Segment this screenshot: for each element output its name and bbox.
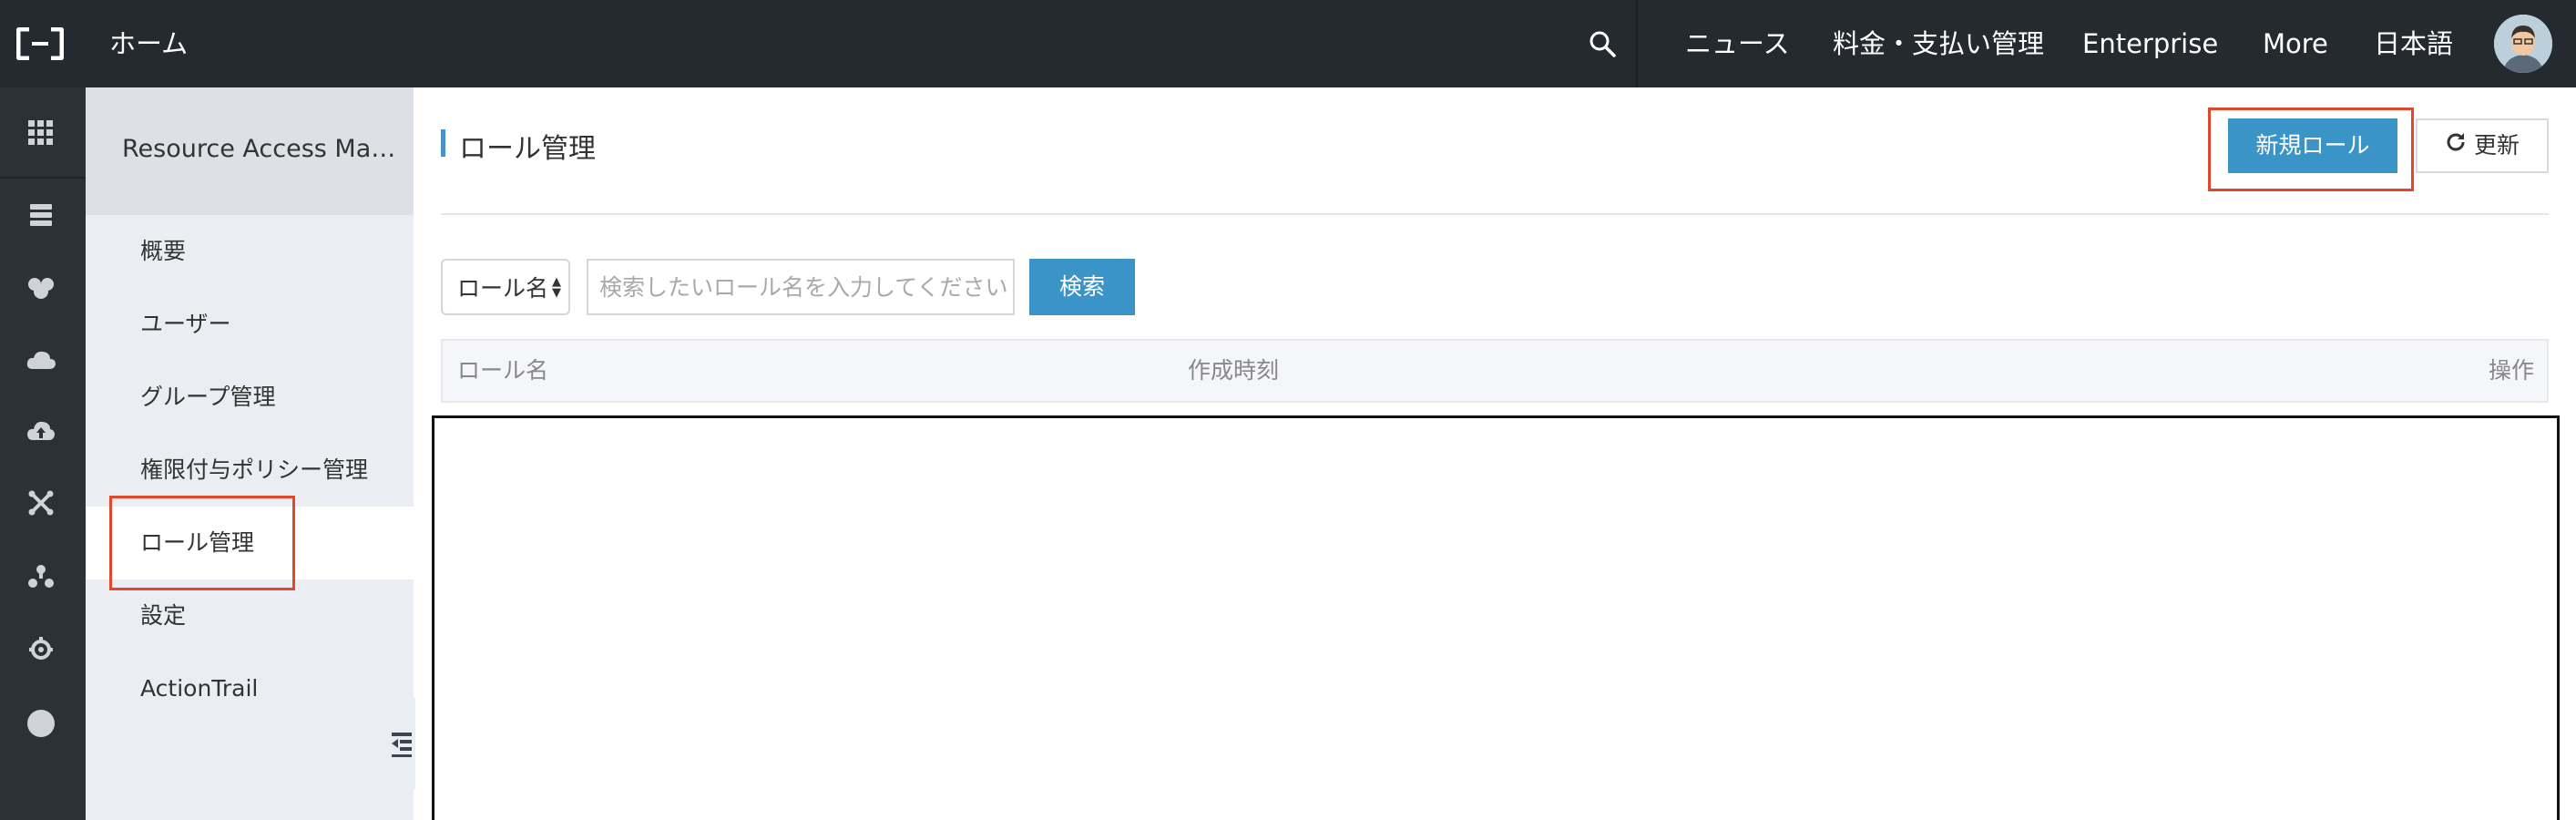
title-accent-bar <box>441 129 445 157</box>
sub-navigation: Resource Access Man… 概要 ユーザー グループ管理 権限付与… <box>86 87 414 820</box>
subnav-item-settings[interactable]: 設定 <box>86 579 414 652</box>
subnav-item-overview[interactable]: 概要 <box>86 215 414 288</box>
aliyun-logo-icon[interactable] <box>0 0 80 87</box>
column-header-actions: 操作 <box>2488 357 2534 384</box>
subnav-title-text: Resource Access Man… <box>122 135 404 163</box>
highlight-box-roles <box>109 496 295 590</box>
cloud-upload-icon[interactable] <box>23 412 59 448</box>
sort-arrows-icon: ▲ ▼ <box>552 275 561 300</box>
role-search-input[interactable] <box>587 259 1015 315</box>
filter-select-value: ロール名 <box>457 275 549 302</box>
subnav-item-actiontrail[interactable]: ActionTrail <box>86 652 414 725</box>
grid-icon[interactable] <box>23 115 59 151</box>
highlight-box-new-role <box>2208 108 2414 191</box>
refresh-label: 更新 <box>2473 133 2520 159</box>
refresh-button[interactable]: 更新 <box>2416 118 2549 173</box>
column-header-role-name: ロール名 <box>457 357 549 384</box>
network-icon[interactable] <box>23 485 59 521</box>
top-divider <box>1636 0 1638 87</box>
column-header-created-time: 作成時刻 <box>1188 357 1280 384</box>
roles-table-body <box>432 415 2560 820</box>
server-icon[interactable] <box>23 197 59 233</box>
roles-table-header: ロール名 作成時刻 操作 <box>441 339 2549 403</box>
dot-icon[interactable] <box>23 705 59 742</box>
billing-link[interactable]: 料金・支払い管理 <box>1833 0 2044 87</box>
settings-icon[interactable] <box>23 630 59 667</box>
cloud-icon[interactable] <box>23 341 59 377</box>
top-bar: ホーム ニュース 料金・支払い管理 Enterprise More 日本語 <box>0 0 2576 87</box>
search-icon[interactable] <box>1576 0 1629 87</box>
user-avatar[interactable] <box>2494 15 2552 73</box>
nodes-icon[interactable] <box>23 558 59 594</box>
subnav-title: Resource Access Man… <box>86 87 414 215</box>
enterprise-link[interactable]: Enterprise <box>2082 0 2218 87</box>
database-icon[interactable] <box>23 270 59 306</box>
product-icon-rail <box>0 87 86 820</box>
filter-field-select[interactable]: ロール名 ▲ ▼ <box>441 259 570 315</box>
collapse-sidebar-icon[interactable] <box>388 698 415 789</box>
refresh-icon <box>2445 120 2467 171</box>
header-divider <box>441 213 2549 215</box>
page-title: ロール管理 <box>459 133 596 165</box>
home-link[interactable]: ホーム <box>109 0 188 87</box>
subnav-item-users[interactable]: ユーザー <box>86 288 414 361</box>
language-link[interactable]: 日本語 <box>2374 0 2453 87</box>
more-link[interactable]: More <box>2263 0 2328 87</box>
search-button[interactable]: 検索 <box>1029 259 1135 315</box>
news-link[interactable]: ニュース <box>1685 0 1790 87</box>
subnav-item-groups[interactable]: グループ管理 <box>86 361 414 434</box>
rail-separator <box>0 177 86 179</box>
